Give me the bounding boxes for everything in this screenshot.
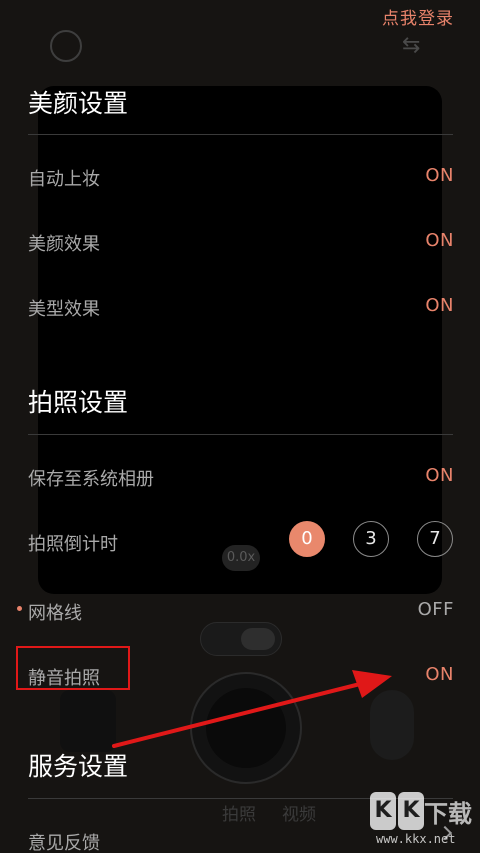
row-label-grid-lines: 网格线 [28, 603, 82, 624]
watermark-badge: K [370, 792, 396, 830]
shutter-button [190, 672, 302, 784]
toggle-save-to-album[interactable]: ON [425, 465, 454, 486]
section-title-beauty: 美颜设置 [28, 89, 129, 118]
timer-option-7[interactable]: 7 [417, 521, 453, 557]
divider [28, 134, 453, 135]
row-label-auto-makeup: 自动上妆 [28, 169, 100, 190]
toggle-grid-lines[interactable]: OFF [418, 599, 454, 620]
row-label-feedback[interactable]: 意见反馈 [28, 829, 100, 853]
timer-option-0[interactable]: 0 [289, 521, 325, 557]
filter-pill [370, 690, 414, 760]
row-label-countdown: 拍照倒计时 [28, 534, 118, 555]
toggle-mute-shutter[interactable]: ON [425, 664, 454, 685]
watermark-url: www.kkx.net [376, 832, 456, 846]
toggle-beauty-effect[interactable]: ON [425, 230, 454, 251]
row-label-shape-effect: 美型效果 [28, 299, 100, 320]
row-label-save-to-album: 保存至系统相册 [28, 469, 154, 490]
timer-option-3[interactable]: 3 [353, 521, 389, 557]
camera-preview [38, 86, 442, 594]
gallery-thumbnail [60, 690, 116, 752]
login-link[interactable]: 点我登录 [382, 4, 454, 29]
toggle-shape-effect[interactable]: ON [425, 295, 454, 316]
new-indicator-dot [17, 606, 22, 611]
camera-background: ⇆ 0.0x 拍照 视频 [0, 0, 480, 853]
section-title-photo: 拍照设置 [28, 388, 129, 417]
annotation-highlight-box [16, 646, 130, 690]
mode-video: 视频 [282, 805, 316, 825]
watermark: K K 下载 www.kkx.net [366, 792, 478, 852]
watermark-text: 下载 [424, 800, 472, 828]
zoom-indicator: 0.0x [222, 545, 260, 571]
divider [28, 434, 453, 435]
toggle-auto-makeup[interactable]: ON [425, 165, 454, 186]
camera-switch-icon: ⇆ [402, 33, 421, 58]
face-icon [50, 30, 82, 62]
mode-photo: 拍照 [222, 805, 256, 825]
section-title-service: 服务设置 [28, 752, 129, 781]
watermark-badge: K [398, 792, 424, 830]
mode-toggle [200, 622, 282, 656]
row-label-beauty-effect: 美颜效果 [28, 234, 100, 255]
